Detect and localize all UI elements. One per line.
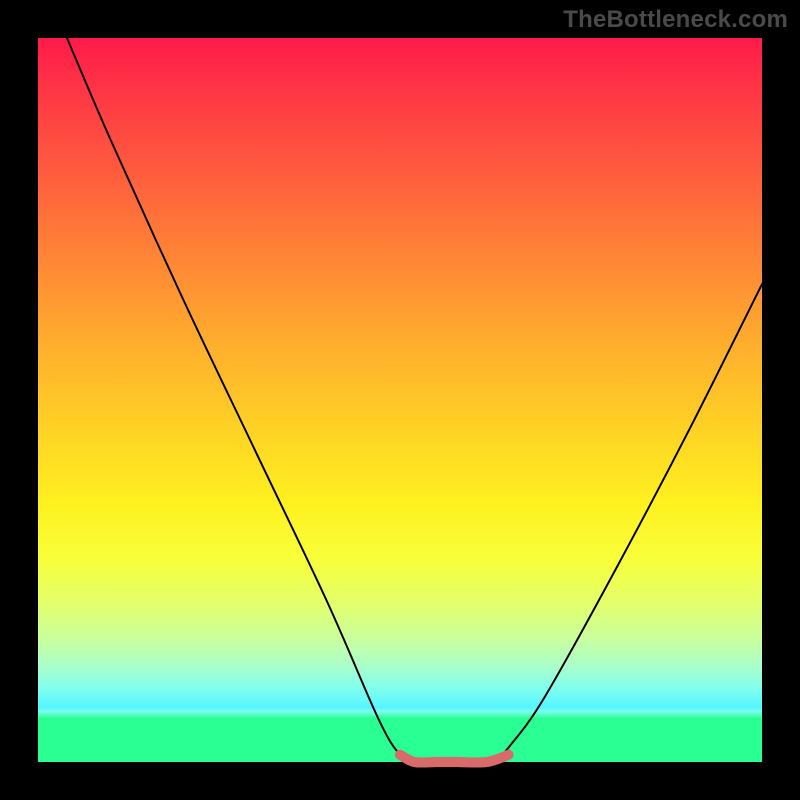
- curve-right: [494, 284, 762, 762]
- curve-left: [67, 38, 415, 762]
- watermark-label: TheBottleneck.com: [563, 6, 788, 34]
- plot-area: [38, 38, 762, 762]
- chart-svg: [38, 38, 762, 762]
- chart-frame: TheBottleneck.com: [0, 0, 800, 800]
- floor-highlight: [400, 755, 509, 763]
